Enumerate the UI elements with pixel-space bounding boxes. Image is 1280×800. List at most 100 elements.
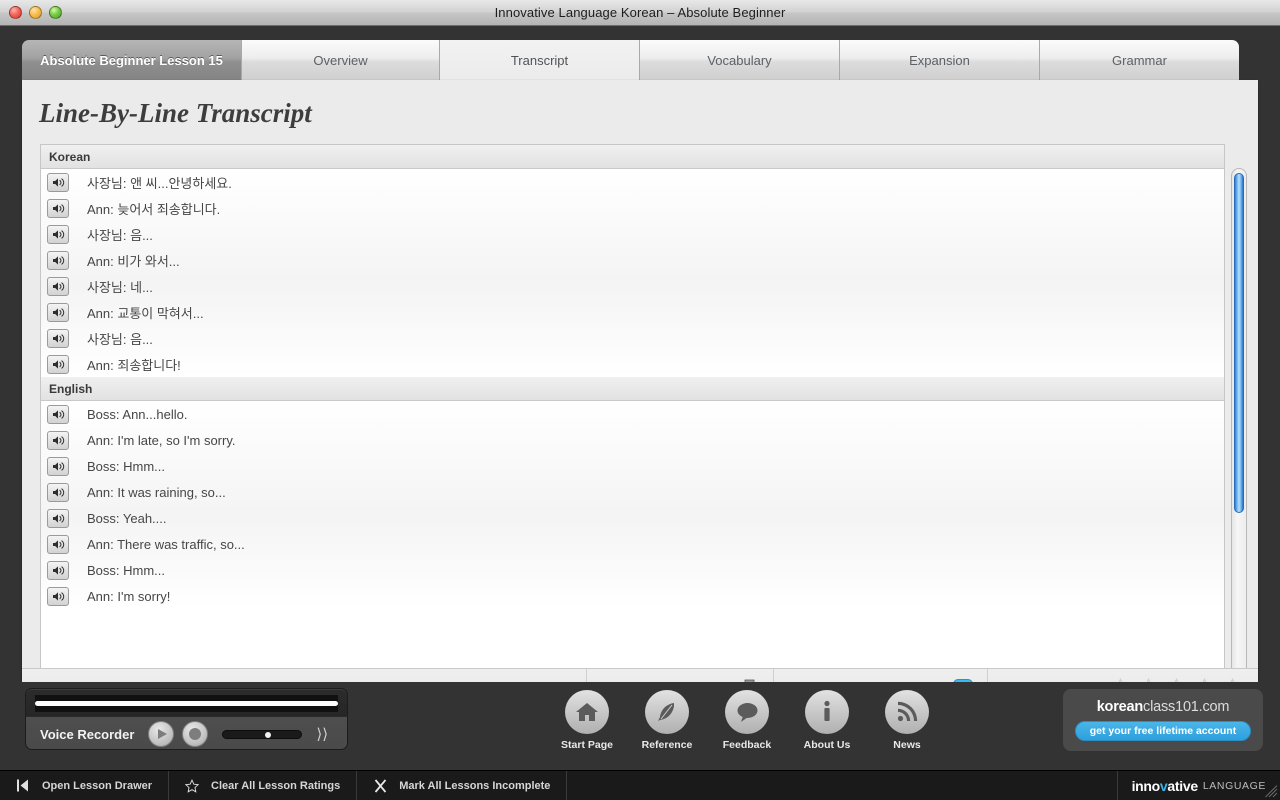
transcript-line[interactable]: Boss: Hmm... [41,453,1224,479]
info-icon[interactable] [805,690,849,734]
dock-label: Start Page [561,739,613,751]
dock-icons: Start Page Reference Feedback About Us N… [556,690,938,751]
voice-recorder-label: Voice Recorder [40,726,135,742]
tab-overview[interactable]: Overview [242,40,440,80]
transcript-line-text: Ann: 비가 와서... [87,253,180,269]
transcript-line-text: 사장님: 음... [87,227,153,243]
star-outline-icon [185,778,200,793]
waveform-line [35,701,338,706]
transcript-lines-korean: 사장님: 앤 씨...안녕하세요. Ann: 늦어서 죄송합니다. 사장님: 음… [41,169,1224,377]
volume-icon: ⟩⟩ [316,726,329,743]
dock-item-about-us[interactable]: About Us [796,690,858,751]
clear-all-ratings-button[interactable]: Clear All Lesson Ratings [169,771,358,800]
brand-wordmark: innovative [1131,777,1199,794]
volume-slider-knob[interactable] [265,732,272,738]
transcript-lines-english: Boss: Ann...hello. Ann: I'm late, so I'm… [41,401,1224,609]
brand-subtitle: LANGUAGE [1202,779,1266,792]
transcript-line[interactable]: Ann: 죄송합니다! [41,351,1224,377]
volume-slider[interactable] [222,729,303,739]
transcript-line-text: Ann: 늦어서 죄송합니다. [87,201,221,217]
speaker-icon[interactable] [47,328,69,348]
x-icon [373,778,387,793]
transcript-line[interactable]: Ann: It was raining, so... [41,479,1224,505]
speaker-icon[interactable] [47,198,69,218]
speaker-icon[interactable] [47,404,69,424]
waveform-display [35,695,338,712]
transcript-line[interactable]: 사장님: 네... [41,273,1224,299]
dock-label: Feedback [722,739,772,751]
transcript-line[interactable]: Ann: I'm sorry! [41,583,1224,609]
feather-icon[interactable] [645,690,689,734]
speaker-icon[interactable] [47,250,69,270]
scrollbar-thumb[interactable] [1234,173,1244,513]
speaker-icon[interactable] [47,302,69,322]
record-button[interactable] [182,721,209,747]
rss-icon[interactable] [885,690,929,734]
transcript-line[interactable]: Boss: Ann...hello. [41,401,1224,427]
page-title: Line-By-Line Transcript [39,98,312,128]
speaker-icon[interactable] [47,430,69,450]
open-lesson-drawer-button[interactable]: Open Lesson Drawer [0,771,170,800]
title-bar: Innovative Language Korean – Absolute Be… [0,0,1280,26]
play-icon [158,729,168,739]
speaker-icon[interactable] [47,172,69,192]
transcript-line-text: Boss: Hmm... [87,562,166,578]
innovative-language-logo: innovative LANGUAGE [1118,771,1280,800]
transcript-line-text: Ann: 죄송합니다! [87,357,181,373]
speaker-icon[interactable] [47,508,69,528]
transcript-line[interactable]: Ann: 늦어서 죄송합니다. [41,195,1224,221]
dock-label: News [893,739,921,751]
brand-pre: inno [1131,777,1161,794]
tab-expansion[interactable]: Expansion [840,40,1040,80]
transcript-line[interactable]: Boss: Hmm... [41,557,1224,583]
promo-banner[interactable]: koreanclass101.com get your free lifetim… [1063,689,1263,751]
speaker-icon[interactable] [47,482,69,502]
tab-vocabulary[interactable]: Vocabulary [640,40,840,80]
transcript-line-text: 사장님: 네... [87,279,153,295]
promo-signup-button[interactable]: get your free lifetime account [1074,721,1252,741]
dock-item-feedback[interactable]: Feedback [716,690,778,751]
open-lesson-drawer-label: Open Lesson Drawer [42,779,153,792]
dock-item-reference[interactable]: Reference [636,690,698,751]
brand-post: ative [1167,777,1198,794]
content-pane: Line-By-Line Transcript Korean 사장님: 앤 씨.… [22,80,1258,708]
speaker-icon[interactable] [47,354,69,374]
section-header-english: English [41,377,1224,401]
transcript-line-text: 사장님: 앤 씨...안녕하세요. [87,175,232,191]
transcript-line[interactable]: 사장님: 앤 씨...안녕하세요. [41,169,1224,195]
transcript-line[interactable]: 사장님: 음... [41,325,1224,351]
window-resize-handle[interactable] [1265,785,1278,798]
promo-brand-bold: korean [1096,699,1144,715]
speaker-icon[interactable] [47,534,69,554]
play-button[interactable] [148,721,175,747]
tab-lesson-title[interactable]: Absolute Beginner Lesson 15 [22,40,242,80]
speaker-icon[interactable] [47,560,69,580]
speech-bubble-icon[interactable] [725,690,769,734]
transcript-line-text: Boss: Yeah.... [87,510,167,526]
transcript-line[interactable]: 사장님: 음... [41,221,1224,247]
transcript-line[interactable]: Ann: There was traffic, so... [41,531,1224,557]
transcript-line-text: Ann: I'm late, so I'm sorry. [87,432,236,448]
transcript-container: Korean 사장님: 앤 씨...안녕하세요. Ann: 늦어서 죄송합니다. [40,144,1225,708]
speaker-icon[interactable] [47,456,69,476]
transcript-line[interactable]: Boss: Yeah.... [41,505,1224,531]
status-bar-spacer [567,771,1118,800]
drawer-icon [16,779,30,792]
dock-item-start-page[interactable]: Start Page [556,690,618,751]
speaker-icon[interactable] [47,224,69,244]
bottom-dock: Voice Recorder ⟩⟩ Start Page Reference F… [0,682,1280,770]
home-icon[interactable] [565,690,609,734]
transcript-line[interactable]: Ann: 교통이 막혀서... [41,299,1224,325]
dock-label: About Us [803,739,851,751]
transcript-line-text: Ann: It was raining, so... [87,484,226,500]
speaker-icon[interactable] [47,276,69,296]
tab-grammar[interactable]: Grammar [1040,40,1239,80]
speaker-icon[interactable] [47,586,69,606]
vertical-scrollbar[interactable] [1231,168,1247,708]
tab-transcript[interactable]: Transcript [440,40,640,81]
dock-item-news[interactable]: News [876,690,938,751]
transcript-line[interactable]: Ann: 비가 와서... [41,247,1224,273]
transcript-line[interactable]: Ann: I'm late, so I'm sorry. [41,427,1224,453]
mark-all-incomplete-button[interactable]: Mark All Lessons Incomplete [357,771,568,800]
window-title: Innovative Language Korean – Absolute Be… [494,5,786,20]
